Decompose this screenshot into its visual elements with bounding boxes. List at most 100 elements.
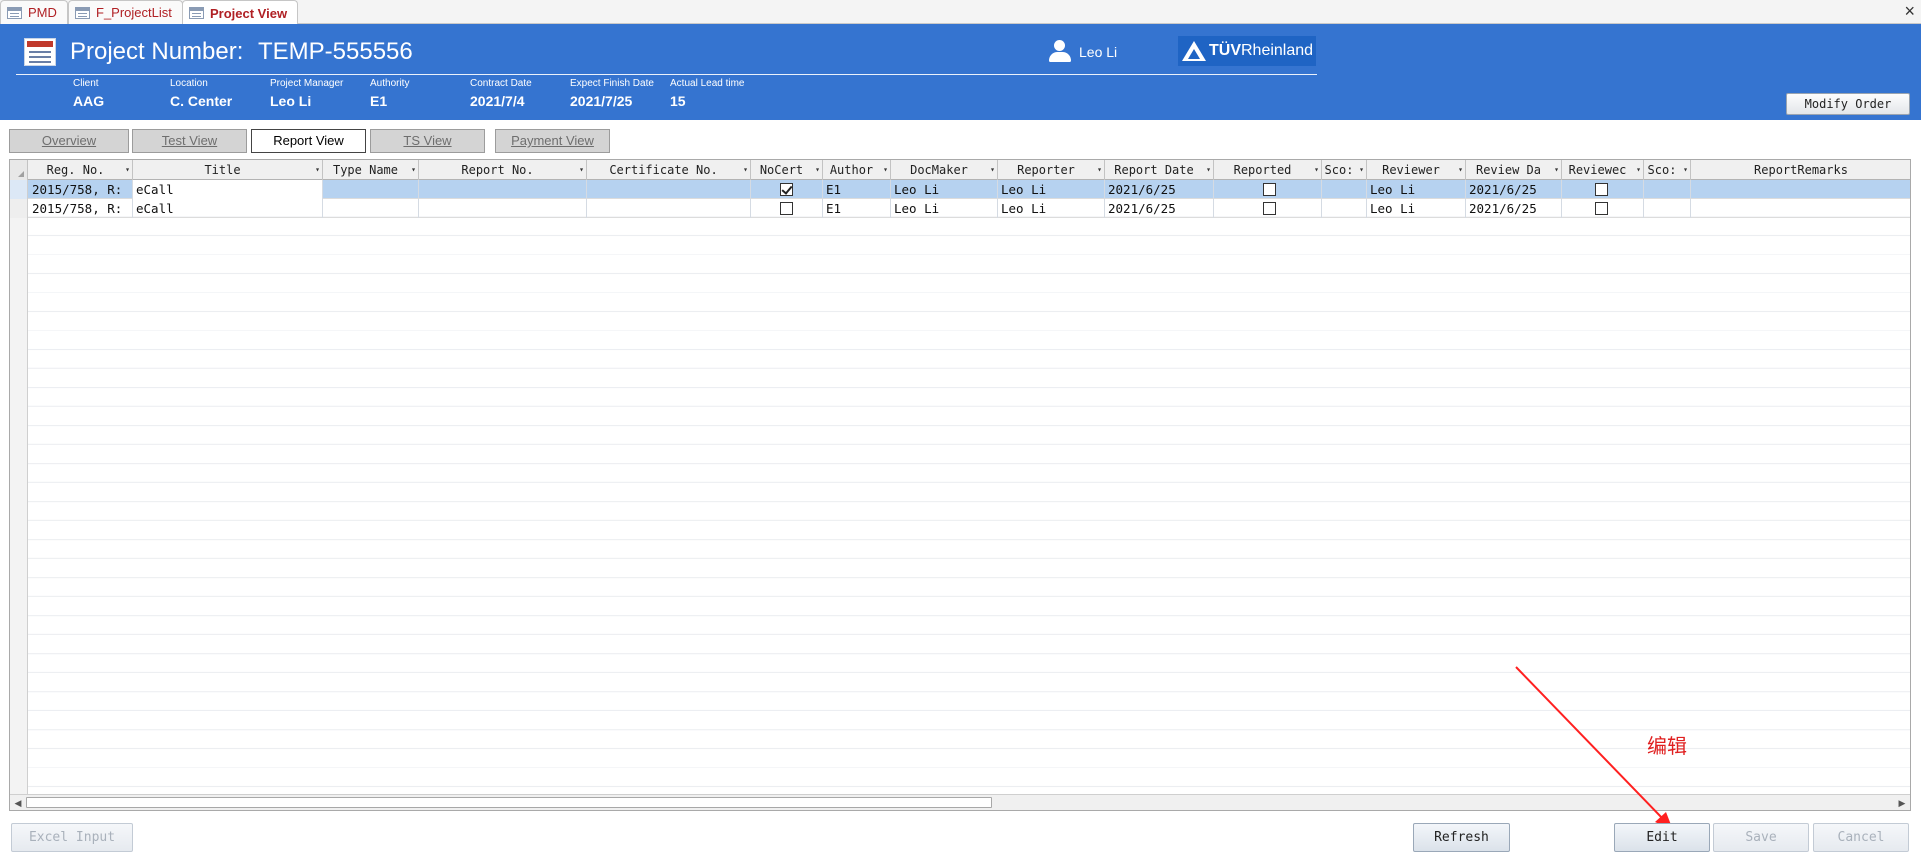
tab-test-view[interactable]: Test View [132,129,247,153]
column-header-docmaker[interactable]: DocMaker ▾ [891,160,998,180]
cell-reporter[interactable]: Leo Li [998,199,1105,218]
cell-report-no[interactable] [419,199,587,218]
cell-docmaker[interactable]: Leo Li [891,199,998,218]
dropdown-arrow-icon[interactable]: ▾ [990,160,995,180]
column-header-reviewed[interactable]: Reviewec ▾ [1562,160,1644,180]
edit-button[interactable]: Edit [1614,823,1710,852]
cell-report-date[interactable]: 2021/6/25 [1105,199,1214,218]
column-header-reporter[interactable]: Reporter ▾ [998,160,1105,180]
header-divider [16,74,1317,75]
doc-tab-project-view[interactable]: Project View [182,0,299,25]
table-row[interactable]: 2015/758, R: eCall E1 Leo Li Leo Li 2021… [10,180,1910,199]
dropdown-arrow-icon[interactable]: ▾ [883,160,888,180]
cell-report-no[interactable] [419,180,587,199]
close-icon[interactable]: × [1904,1,1915,21]
project-number-label: Project Number: [70,38,244,65]
scroll-left-icon[interactable]: ◀ [12,797,24,809]
column-header-type-name[interactable]: Type Name ▾ [323,160,419,180]
cell-author[interactable]: E1 [823,180,891,199]
reviewed-checkbox[interactable] [1595,202,1608,215]
column-header-title[interactable]: Title ▾ [133,160,323,180]
dropdown-arrow-icon[interactable]: ▾ [579,160,584,180]
cell-docmaker[interactable]: Leo Li [891,180,998,199]
refresh-button[interactable]: Refresh [1413,823,1510,852]
dropdown-arrow-icon[interactable]: ▾ [743,160,748,180]
reviewed-checkbox[interactable] [1595,183,1608,196]
dropdown-arrow-icon[interactable]: ▾ [1206,160,1211,180]
cell-report-remarks[interactable] [1691,199,1910,218]
cell-reviewer[interactable]: Leo Li [1367,180,1466,199]
column-header-author[interactable]: Author ▾ [823,160,891,180]
dropdown-arrow-icon[interactable]: ▾ [1554,160,1559,180]
cell-certificate-no[interactable] [587,199,751,218]
dropdown-arrow-icon[interactable]: ▾ [1636,160,1641,180]
record-selector[interactable] [10,199,28,218]
column-header-score-2[interactable]: Sco: ▾ [1644,160,1691,180]
cell-reg-no[interactable]: 2015/758, R: [29,180,133,199]
cell-title[interactable]: eCall [133,180,323,199]
cell-reg-no[interactable]: 2015/758, R: [29,199,133,218]
nocert-checkbox[interactable] [780,183,793,196]
cell-certificate-no[interactable] [587,180,751,199]
dropdown-arrow-icon[interactable]: ▾ [411,160,416,180]
cell-reviewer[interactable]: Leo Li [1367,199,1466,218]
cell-score-2[interactable] [1644,199,1691,218]
column-header-reviewer[interactable]: Reviewer ▾ [1367,160,1466,180]
tab-overview[interactable]: Overview [9,129,129,153]
tab-ts-view[interactable]: TS View [370,129,485,153]
column-header-report-no[interactable]: Report No. ▾ [419,160,587,180]
cell-reporter[interactable]: Leo Li [998,180,1105,199]
reported-checkbox[interactable] [1263,202,1276,215]
excel-input-button[interactable]: Excel Input [11,823,133,852]
dropdown-arrow-icon[interactable]: ▾ [1458,160,1463,180]
modify-order-button[interactable]: Modify Order [1786,93,1910,115]
column-header-review-date[interactable]: Review Da ▾ [1466,160,1562,180]
column-header-reported[interactable]: Reported ▾ [1214,160,1322,180]
dropdown-arrow-icon[interactable]: ▾ [1314,160,1319,180]
dropdown-arrow-icon[interactable]: ▾ [1683,160,1688,180]
column-header-score[interactable]: Sco: ▾ [1322,160,1367,180]
cell-report-remarks[interactable] [1691,180,1910,199]
dropdown-arrow-icon[interactable]: ▾ [315,160,320,180]
cell-reported[interactable] [1214,180,1322,199]
save-button[interactable]: Save [1713,823,1809,852]
column-header-reg-no[interactable]: Reg. No. ▾ [29,160,133,180]
cell-nocert[interactable] [751,199,823,218]
select-all-corner[interactable] [10,160,28,180]
cell-review-date[interactable]: 2021/6/25 [1466,199,1562,218]
column-header-report-remarks[interactable]: ReportRemarks [1691,160,1910,180]
dropdown-arrow-icon[interactable]: ▾ [815,160,820,180]
cell-score-2[interactable] [1644,180,1691,199]
dropdown-arrow-icon[interactable]: ▾ [1359,160,1364,180]
scroll-right-icon[interactable]: ▶ [1896,797,1908,809]
sort-arrow-icon[interactable]: ▾ [125,160,130,180]
cell-score[interactable] [1322,199,1367,218]
document-tab-bar: PMD F_ProjectList Project View × [0,0,1921,25]
cancel-button[interactable]: Cancel [1813,823,1909,852]
tab-report-view[interactable]: Report View [251,129,366,153]
tab-payment-view[interactable]: Payment View [495,129,610,153]
column-header-certificate-no[interactable]: Certificate No. ▾ [587,160,751,180]
record-selector[interactable] [10,180,28,199]
table-row[interactable]: 2015/758, R: eCall E1 Leo Li Leo Li 2021… [10,199,1910,218]
dropdown-arrow-icon[interactable]: ▾ [1097,160,1102,180]
cell-type-name[interactable] [323,199,419,218]
scrollbar-thumb[interactable] [26,797,992,808]
column-header-report-date[interactable]: Report Date ▾ [1105,160,1214,180]
reported-checkbox[interactable] [1263,183,1276,196]
cell-reported[interactable] [1214,199,1322,218]
nocert-checkbox[interactable] [780,202,793,215]
cell-review-date[interactable]: 2021/6/25 [1466,180,1562,199]
cell-nocert[interactable] [751,180,823,199]
doc-tab-projectlist[interactable]: F_ProjectList [68,0,183,24]
cell-author[interactable]: E1 [823,199,891,218]
cell-reviewed[interactable] [1562,199,1644,218]
doc-tab-pmd[interactable]: PMD [0,0,68,24]
horizontal-scrollbar[interactable]: ◀ ▶ [10,794,1910,810]
cell-reviewed[interactable] [1562,180,1644,199]
cell-score[interactable] [1322,180,1367,199]
cell-title[interactable]: eCall [133,199,323,218]
cell-type-name[interactable] [323,180,419,199]
column-header-nocert[interactable]: NoCert ▾ [751,160,823,180]
cell-report-date[interactable]: 2021/6/25 [1105,180,1214,199]
